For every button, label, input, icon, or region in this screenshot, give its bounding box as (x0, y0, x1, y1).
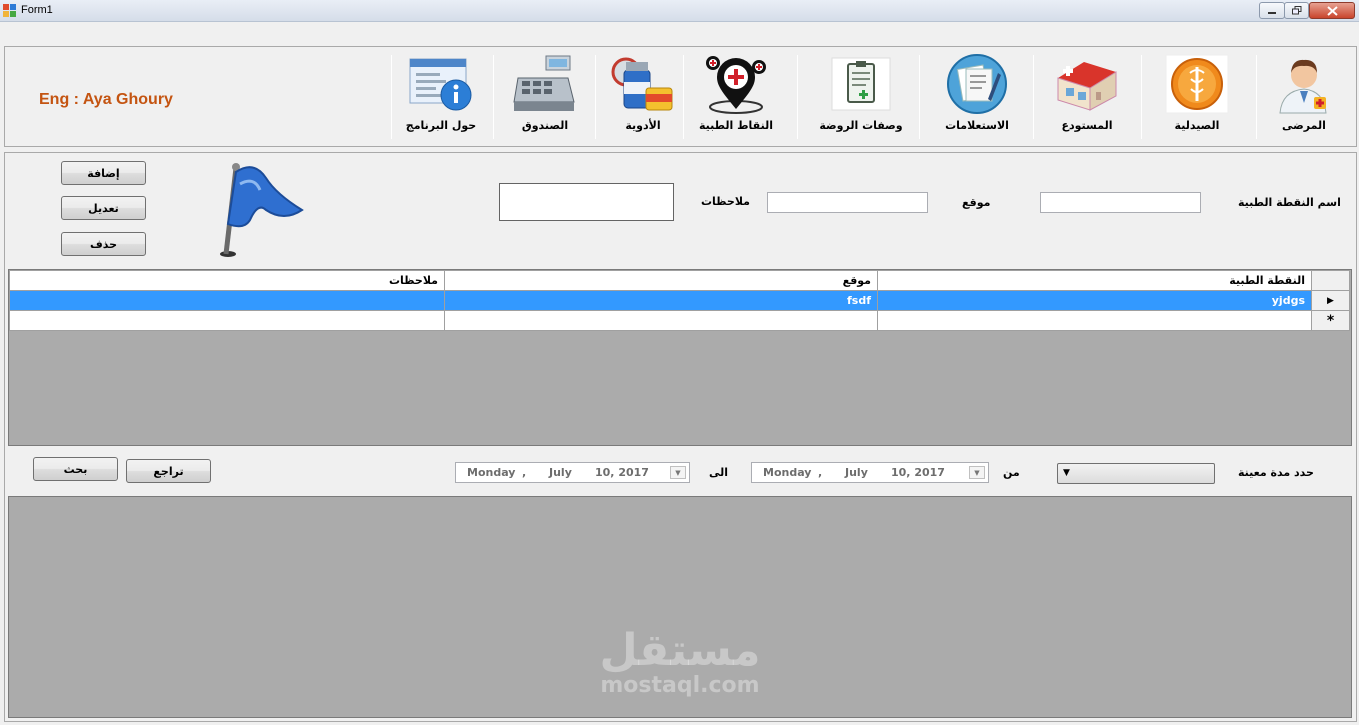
medicine-bottles-icon (610, 53, 676, 115)
new-cell-notes[interactable] (9, 310, 445, 331)
toolbar-separator (595, 55, 596, 139)
to-date-month: July (549, 466, 572, 479)
toolbar-pharmacy[interactable]: الصيدلية (1161, 53, 1233, 141)
developer-credit: Eng : Aya Ghoury (39, 91, 173, 108)
restore-icon (1291, 6, 1301, 15)
period-label: حدد مدة معينة (1238, 466, 1314, 479)
notes-label: ملاحظات (701, 195, 750, 208)
from-date-date: 10, 2017 (891, 466, 945, 479)
column-header-medical-point[interactable]: النقطة الطبية (877, 270, 1312, 291)
toolbar-cash-box[interactable]: الصندوق (509, 53, 581, 141)
toolbar-medicines[interactable]: الأدوية (609, 53, 677, 141)
minimize-button[interactable] (1259, 2, 1285, 19)
close-button[interactable] (1309, 2, 1355, 19)
to-date-picker[interactable]: Monday , July 10, 2017 ▼ (455, 462, 690, 483)
to-date-comma: , (522, 466, 527, 479)
point-name-field[interactable] (1040, 192, 1201, 213)
column-header-location[interactable]: موقع (444, 270, 878, 291)
location-field[interactable] (767, 192, 928, 213)
cash-register-icon (512, 53, 578, 115)
grid-corner (1311, 270, 1350, 291)
toolbar-separator (1256, 55, 1257, 139)
new-cell-location[interactable] (444, 310, 878, 331)
medical-map-pins-icon (703, 53, 769, 115)
new-row-indicator[interactable]: * (1311, 310, 1350, 331)
to-date-date: 10, 2017 (595, 466, 649, 479)
flag-icon (220, 163, 304, 257)
maximize-button[interactable] (1284, 2, 1309, 19)
toolbar-label: الأدوية (625, 119, 661, 132)
grid-table: ملاحظات موقع النقطة الطبية fsdf yjdgs ▶ … (9, 270, 1350, 331)
window-title: Form1 (21, 4, 53, 16)
table-row[interactable]: fsdf yjdgs ▶ (9, 290, 1350, 311)
toolbar-kindergarten-prescriptions[interactable]: وصفات الروضة (817, 53, 905, 141)
toolbar-label: النقاط الطبية (699, 119, 773, 132)
from-date-day: Monday (763, 466, 812, 479)
cell-medical-point[interactable]: yjdgs (877, 290, 1312, 311)
toolbar-separator (391, 55, 392, 139)
doctor-patient-icon (1271, 53, 1337, 115)
point-name-label: اسم النقطة الطبية (1238, 196, 1341, 209)
toolbar-label: وصفات الروضة (819, 119, 903, 132)
edit-button[interactable]: تعديل (61, 196, 146, 220)
grid-header-row: ملاحظات موقع النقطة الطبية (9, 270, 1350, 291)
notes-field[interactable] (499, 183, 674, 221)
search-button[interactable]: بحث (33, 457, 118, 481)
location-label: موقع (962, 196, 991, 209)
from-date-comma: , (818, 466, 823, 479)
watermark-arabic: مستقل (599, 625, 761, 676)
watermark: مستقل mostaql.com (590, 628, 770, 698)
toolbar-label: الصيدلية (1174, 119, 1220, 132)
toolbar-label: المرضى (1282, 119, 1326, 132)
period-select[interactable]: ▼ (1057, 463, 1215, 484)
toolbar-label: الصندوق (521, 119, 569, 132)
cell-location[interactable]: fsdf (444, 290, 878, 311)
add-button[interactable]: إضافة (61, 161, 146, 185)
new-cell-medical-point[interactable] (877, 310, 1312, 331)
toolbar-patients[interactable]: المرضى (1271, 53, 1337, 141)
toolbar-inquiries[interactable]: الاستعلامات (941, 53, 1013, 141)
delete-button[interactable]: حذف (61, 232, 146, 256)
from-date-picker[interactable]: Monday , July 10, 2017 ▼ (751, 462, 989, 483)
toolbar-about-program[interactable]: حول البرنامج (405, 53, 477, 141)
watermark-latin: mostaql.com (600, 673, 760, 698)
toolbar-separator (797, 55, 798, 139)
toolbar-label: الاستعلامات (945, 119, 1009, 132)
toolbar-separator (1141, 55, 1142, 139)
pharmacy-caduceus-icon (1164, 53, 1230, 115)
cell-notes[interactable] (9, 290, 445, 311)
toolbar-warehouse[interactable]: المستودع (1051, 53, 1123, 141)
minimize-icon (1268, 11, 1276, 14)
current-row-indicator[interactable]: ▶ (1311, 290, 1350, 311)
column-header-notes[interactable]: ملاحظات (9, 270, 445, 291)
medical-points-grid[interactable]: ملاحظات موقع النقطة الطبية fsdf yjdgs ▶ … (8, 269, 1352, 446)
calendar-dropdown-icon[interactable]: ▼ (670, 466, 686, 479)
toolbar-separator (1033, 55, 1034, 139)
documents-pen-icon (944, 53, 1010, 115)
undo-button[interactable]: تراجع (126, 459, 211, 483)
info-form-icon (408, 53, 474, 115)
toolbar-medical-points[interactable]: النقاط الطبية (699, 53, 773, 141)
toolbar-label: حول البرنامج (405, 119, 477, 132)
to-date-day: Monday (467, 466, 516, 479)
new-row[interactable]: * (9, 310, 1350, 331)
main-toolbar: Eng : Aya Ghoury حول البرنامج الصندوق ال… (4, 46, 1357, 147)
toolbar-label: المستودع (1061, 119, 1113, 132)
warehouse-building-icon (1054, 53, 1120, 115)
title-bar: Form1 (0, 0, 1359, 22)
from-label: من (1003, 466, 1020, 479)
toolbar-separator (683, 55, 684, 139)
calendar-dropdown-icon[interactable]: ▼ (969, 466, 985, 479)
chevron-down-icon: ▼ (1063, 468, 1070, 478)
close-icon (1326, 5, 1338, 16)
prescription-clipboard-icon (828, 53, 894, 115)
toolbar-separator (919, 55, 920, 139)
toolbar-separator (493, 55, 494, 139)
to-label: الى (709, 466, 729, 479)
app-icon (3, 4, 16, 17)
from-date-month: July (845, 466, 868, 479)
